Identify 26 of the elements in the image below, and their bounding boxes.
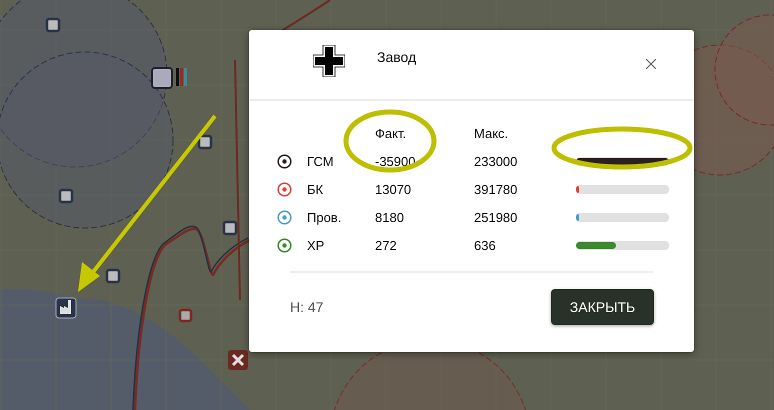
max-value: 233000: [474, 154, 518, 168]
max-value: 391780: [474, 182, 518, 196]
column-header: Макс.: [474, 126, 510, 140]
max-value: 251980: [474, 210, 518, 224]
close-button[interactable]: ЗАКРЫТЬ: [551, 289, 654, 325]
resource-name: ГСМ: [307, 154, 335, 168]
map-marker-icon[interactable]: [222, 220, 238, 236]
airfield-icon[interactable]: [228, 350, 248, 370]
cross-icon: [313, 45, 345, 77]
map-marker-icon[interactable]: [198, 134, 212, 150]
map-marker-icon[interactable]: [46, 18, 60, 32]
map-marker-icon[interactable]: [58, 188, 74, 204]
unit-marker-icon[interactable]: [151, 67, 187, 89]
column-header: Факт.: [375, 126, 408, 140]
actual-value: 13070: [375, 182, 412, 196]
map-marker-icon[interactable]: [178, 308, 192, 322]
map-marker-icon[interactable]: [106, 268, 120, 284]
resource-name: ХР: [307, 238, 326, 252]
dialog-title: Завод: [377, 49, 418, 65]
actual-value: 8180: [375, 210, 405, 224]
actual-value: 272: [375, 238, 398, 252]
resource-name: БК: [307, 182, 324, 196]
footer-text: H: 47: [290, 299, 324, 315]
resource-name: Пров.: [307, 210, 342, 224]
factory-icon[interactable]: [56, 298, 76, 318]
max-value: 636: [474, 238, 497, 252]
